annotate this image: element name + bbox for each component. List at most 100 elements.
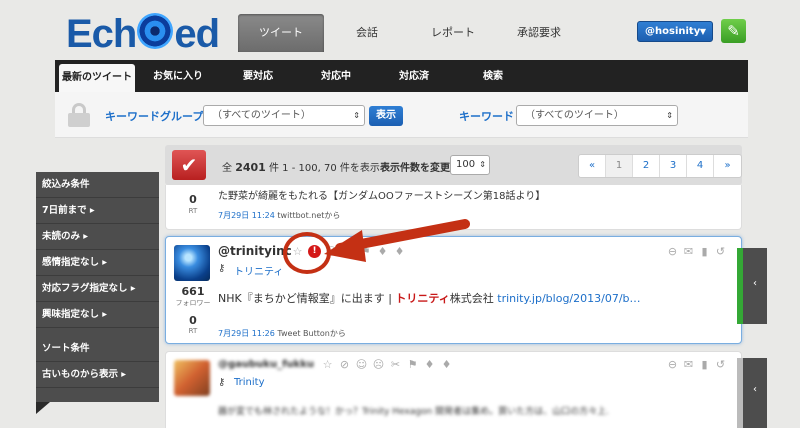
tweet-time[interactable]: 7月29日 11:24 xyxy=(218,211,275,220)
trash-icon[interactable]: ▮ xyxy=(698,245,711,258)
retweet-count: 0 xyxy=(189,193,197,206)
conversation-icon[interactable]: ✉ xyxy=(682,358,695,371)
per-page-select[interactable]: 100 ⇕ xyxy=(450,155,490,175)
page-4[interactable]: 4 xyxy=(687,155,714,177)
top-navigation: ツイート 会話 レポート 承認要求 xyxy=(238,14,582,52)
tab-search[interactable]: 検索 xyxy=(455,60,531,92)
pagination: « 1 2 3 4 » xyxy=(578,154,742,178)
keyword-select[interactable]: （すべてのツイート） ⇕ xyxy=(516,105,678,126)
tweet-meta: 7月29日 11:26 Tweet Buttonから xyxy=(218,328,346,339)
side-tab-open[interactable]: ‹ xyxy=(737,358,767,428)
scissors-icon[interactable]: ✂ xyxy=(389,358,402,371)
tab-latest[interactable]: 最新のツイート xyxy=(59,64,135,92)
keyword-group-label: キーワードグループ xyxy=(105,110,204,123)
tab-approval-requests[interactable]: 承認要求 xyxy=(496,14,582,52)
avatar[interactable] xyxy=(174,360,210,396)
page-1[interactable]: 1 xyxy=(606,155,633,177)
lock-icon[interactable] xyxy=(68,103,90,127)
alert-icon[interactable]: ⊘ xyxy=(338,358,351,371)
sad-icon[interactable]: ☹ xyxy=(372,358,385,371)
follower-label: フォロワー xyxy=(175,299,211,307)
avatar[interactable] xyxy=(174,245,210,281)
side-tab-open[interactable]: ‹ xyxy=(737,248,767,324)
tab-favorites[interactable]: お気に入り xyxy=(143,60,213,92)
checkmark-icon: ✔ xyxy=(180,153,198,177)
chevron-left-icon: ‹ xyxy=(753,384,757,395)
key-icon: ⚷ xyxy=(218,377,226,388)
smile-icon[interactable]: ☺ xyxy=(355,358,368,371)
list-header: ✔ 全 2401 件 1 - 100, 70 件を表示 表示件数を変更 100 … xyxy=(165,145,742,185)
retweet-count: 0 xyxy=(189,314,197,327)
logo-text-post: ed xyxy=(174,11,220,56)
tweet-time[interactable]: 7月29日 11:26 xyxy=(218,329,275,338)
tweet-body: 器が変でも林されたような！かっ？Trinity Hexagon 開発者は集め。買… xyxy=(218,407,608,417)
compose-button[interactable]: ✎ xyxy=(721,19,746,43)
tab-in-progress[interactable]: 対応中 xyxy=(301,60,371,92)
page-first[interactable]: « xyxy=(579,155,606,177)
keyword-group-select[interactable]: （すべてのツイート） ⇕ xyxy=(203,105,365,126)
tweet-highlight: トリニティ xyxy=(395,292,450,305)
sidebar-fold xyxy=(36,402,50,414)
tweet-card[interactable]: @gaubuku_fukku ☆ ⊘ ☺ ☹ ✂ ⚑ ♦ ♦ ⊖ ✉ ▮ ↺ ⚷… xyxy=(165,351,742,428)
owner-link[interactable]: トリニティ xyxy=(234,263,283,278)
mark-all-button[interactable]: ✔ xyxy=(172,150,206,180)
screen-name[interactable]: @trinityinc xyxy=(218,244,292,258)
tweet-right-icons: ⊖ ✉ ▮ ↺ xyxy=(666,245,727,258)
filter-bar: キーワードグループ （すべてのツイート） ⇕ 表示 キーワード （すべてのツイー… xyxy=(55,92,748,138)
tweet-list: ✔ 全 2401 件 1 - 100, 70 件を表示 表示件数を変更 100 … xyxy=(165,145,742,428)
per-page-value: 100 xyxy=(456,159,476,170)
filter-sidebar: 絞込み条件 7日前まで ▸ 未読のみ ▸ 感情指定なし ▸ 対応フラグ指定なし … xyxy=(36,172,159,402)
sidebar-item-interest[interactable]: 興味指定なし ▸ xyxy=(36,302,159,328)
keyword-group-value: （すべてのツイート） xyxy=(212,110,311,121)
tweet-link[interactable]: trinity.jp/blog/2013/07/b… xyxy=(497,292,640,305)
keyword-label: キーワード xyxy=(459,110,514,123)
select-arrows-icon: ⇕ xyxy=(479,160,486,169)
tweet-body-text: 株式会社 xyxy=(449,292,498,305)
screen-name[interactable]: @gaubuku_fukku xyxy=(218,359,314,370)
thumbs-down-icon[interactable]: ♦ xyxy=(440,358,453,371)
tweet-action-icons: ☆ ⊘ ☺ ☹ ✂ ⚑ ♦ ♦ xyxy=(321,358,453,371)
tweet-right-icons: ⊖ ✉ ▮ ↺ xyxy=(666,358,727,371)
trash-icon[interactable]: ▮ xyxy=(698,358,711,371)
tab-done[interactable]: 対応済 xyxy=(379,60,449,92)
reply-icon[interactable]: ↺ xyxy=(714,245,727,258)
tab-needs-action[interactable]: 要対応 xyxy=(223,60,293,92)
retweet-label: RT xyxy=(188,207,198,215)
conversation-icon[interactable]: ✉ xyxy=(682,245,695,258)
owner-link[interactable]: Trinity xyxy=(234,377,264,388)
chevron-left-icon: ‹ xyxy=(753,278,757,289)
reply-icon[interactable]: ↺ xyxy=(714,358,727,371)
count-suffix: 件 1 - 100, 70 件を表示 xyxy=(269,163,380,174)
sidebar-item-period[interactable]: 7日前まで ▸ xyxy=(36,198,159,224)
thumbs-up-icon[interactable]: ♦ xyxy=(423,358,436,371)
follower-count: 661 xyxy=(181,285,205,298)
edit-icon: ✎ xyxy=(727,22,740,40)
count-prefix: 全 xyxy=(222,163,232,174)
user-menu-button[interactable]: @hosinity ▼ xyxy=(637,21,713,42)
select-arrows-icon: ⇕ xyxy=(666,111,673,120)
minus-icon[interactable]: ⊖ xyxy=(666,358,679,371)
sidebar-item-sentiment[interactable]: 感情指定なし ▸ xyxy=(36,250,159,276)
page-3[interactable]: 3 xyxy=(660,155,687,177)
keyword-value: （すべてのツイート） xyxy=(525,110,624,121)
logo-o-icon xyxy=(137,13,174,49)
user-name: @hosinity xyxy=(645,26,701,37)
star-icon[interactable]: ☆ xyxy=(321,358,334,371)
sidebar-item-flag[interactable]: 対応フラグ指定なし ▸ xyxy=(36,276,159,302)
show-button[interactable]: 表示 xyxy=(369,106,403,126)
page-2[interactable]: 2 xyxy=(633,155,660,177)
sidebar-item-unread[interactable]: 未読のみ ▸ xyxy=(36,224,159,250)
minus-icon[interactable]: ⊖ xyxy=(666,245,679,258)
tab-reports[interactable]: レポート xyxy=(410,14,496,52)
count-total: 2401 xyxy=(235,161,266,174)
tweet-via: Tweet Buttonから xyxy=(277,329,346,338)
annotation-arrow xyxy=(324,219,470,262)
page-last[interactable]: » xyxy=(714,155,741,177)
tab-conversations[interactable]: 会話 xyxy=(324,14,410,52)
filter-conditions-heading: 絞込み条件 xyxy=(36,172,159,198)
tab-tweets[interactable]: ツイート xyxy=(238,14,324,52)
echoed-logo[interactable]: Ech ed xyxy=(66,11,220,56)
flag-icon[interactable]: ⚑ xyxy=(406,358,419,371)
sidebar-item-sort-oldest[interactable]: 古いものから表示 ▸ xyxy=(36,362,159,388)
sort-conditions-heading: ソート条件 xyxy=(36,336,159,362)
